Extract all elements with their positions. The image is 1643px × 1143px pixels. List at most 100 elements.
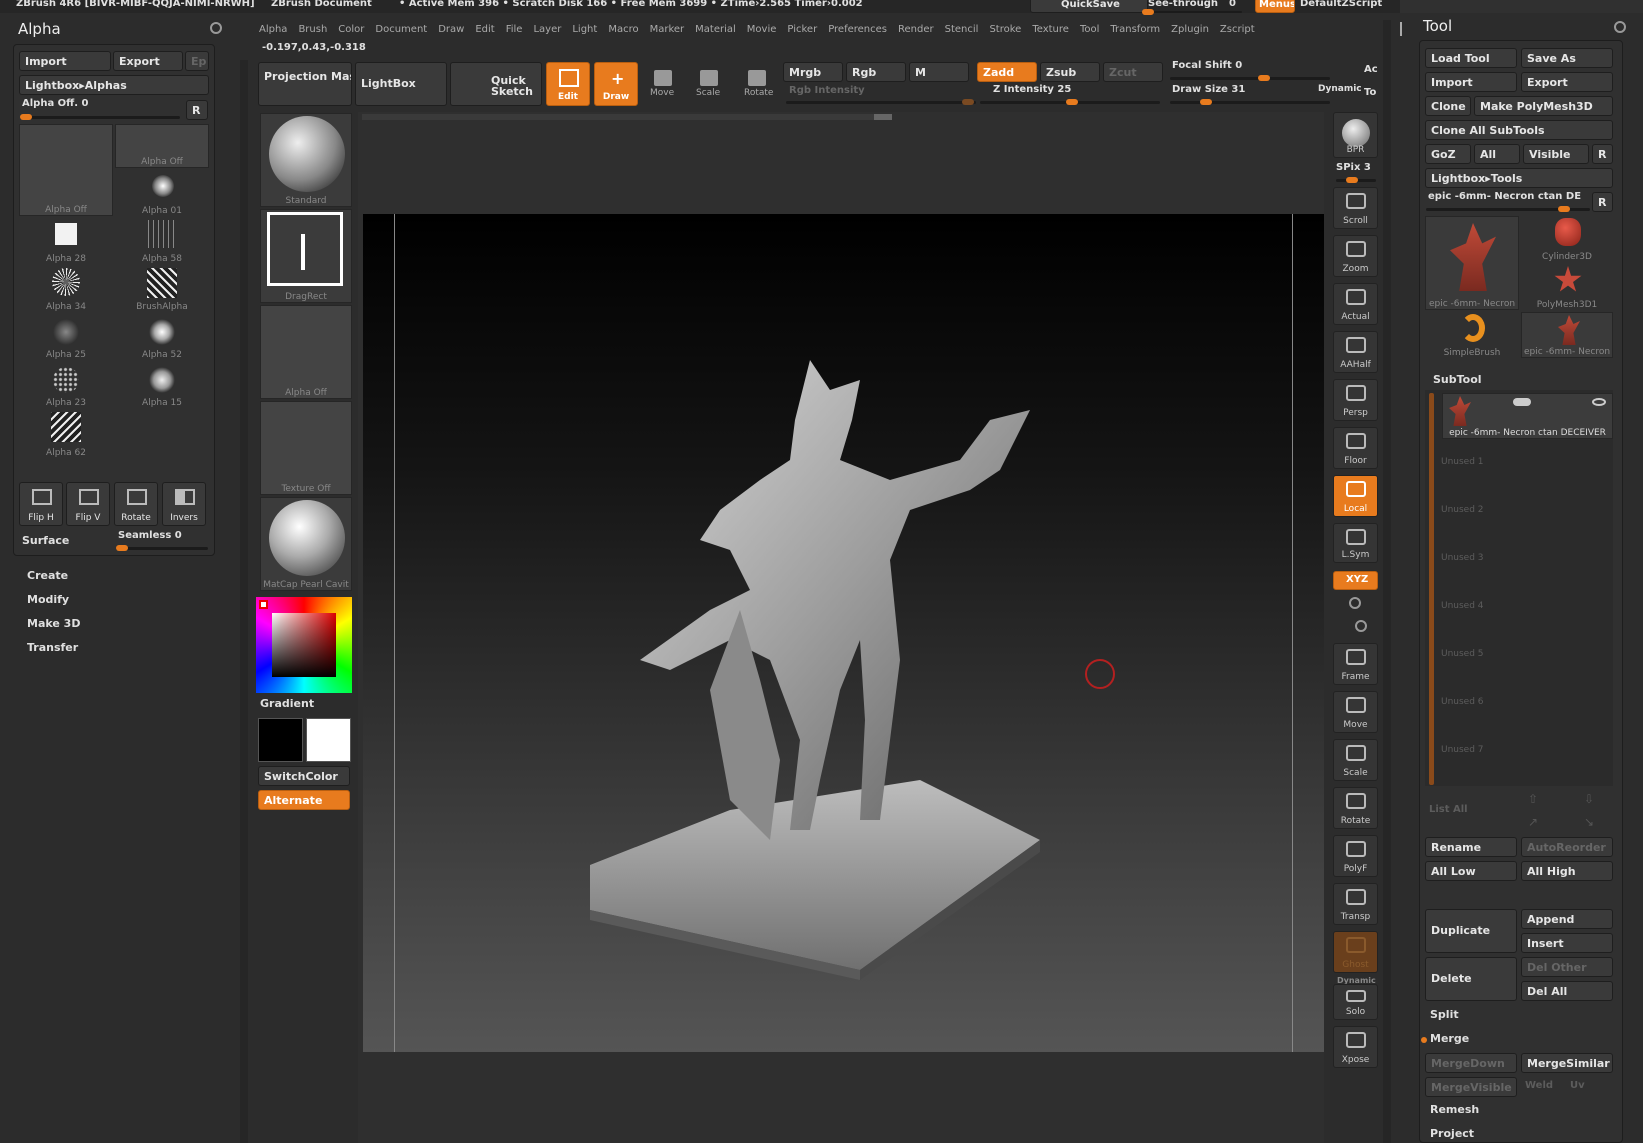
right-tray-divider[interactable] xyxy=(1383,20,1391,1143)
weld-toggle[interactable]: Weld xyxy=(1525,1080,1553,1091)
stroke-selector[interactable]: DragRect xyxy=(260,209,352,303)
alpha-tile-current[interactable]: Alpha Off xyxy=(19,124,113,216)
subtool-unused-slot[interactable]: Unused 6 xyxy=(1441,697,1484,707)
duplicate-button[interactable]: Duplicate xyxy=(1425,909,1517,953)
transp-button[interactable]: Transp xyxy=(1333,883,1378,925)
menu-zscript[interactable]: Zscript xyxy=(1220,24,1255,35)
alpha-tile-25[interactable]: Alpha 25 xyxy=(19,314,113,360)
zadd-button[interactable]: Zadd xyxy=(977,62,1037,82)
alpha-tile-52[interactable]: Alpha 52 xyxy=(115,314,209,360)
ghost-button[interactable]: Ghost xyxy=(1333,931,1378,973)
alpha-off-label[interactable]: Alpha Off. 0 xyxy=(22,98,89,109)
polyf-button[interactable]: PolyF xyxy=(1333,835,1378,877)
canvas-scroll-thumb[interactable] xyxy=(874,114,892,120)
split-subpalette[interactable]: Split xyxy=(1430,1008,1459,1021)
subtool-unused-slot[interactable]: Unused 7 xyxy=(1441,745,1484,755)
rotate-tool[interactable]: Rotate xyxy=(736,66,776,106)
zoom-button[interactable]: Zoom xyxy=(1333,235,1378,277)
rotate-y-icon[interactable] xyxy=(1349,597,1361,609)
mrgb-button[interactable]: Mrgb xyxy=(783,62,843,82)
move-up-arrow-icon[interactable]: ⇧ xyxy=(1528,792,1538,806)
del-all-button[interactable]: Del All xyxy=(1521,981,1613,1001)
brush-selector[interactable]: Standard xyxy=(260,113,352,207)
subtool-scrollbar[interactable] xyxy=(1429,393,1434,785)
alpha-ep-button[interactable]: Ep xyxy=(185,51,209,71)
edit-button[interactable]: Edit xyxy=(546,62,590,106)
menu-alpha[interactable]: Alpha xyxy=(259,24,287,35)
sculpt-model[interactable] xyxy=(560,360,1120,980)
tool-refresh-icon[interactable] xyxy=(1614,21,1626,33)
m-button[interactable]: M xyxy=(909,62,969,82)
canvas-scrollbar[interactable] xyxy=(362,114,892,120)
gradient-label[interactable]: Gradient xyxy=(260,697,314,710)
color-picker[interactable] xyxy=(256,597,352,693)
alpha-tile-28[interactable]: Alpha 28 xyxy=(19,218,113,264)
tool-thumb-cylinder[interactable]: Cylinder3D xyxy=(1521,216,1613,262)
surface-button[interactable]: Surface xyxy=(22,534,69,547)
mergedown-button[interactable]: MergeDown xyxy=(1425,1053,1517,1073)
move-next-arrow-icon[interactable]: ↘ xyxy=(1584,815,1594,829)
seamless-label[interactable]: Seamless 0 xyxy=(118,530,182,541)
alpha-tile-01[interactable]: Alpha 01 xyxy=(115,170,209,216)
alpha-tile-62[interactable]: Alpha 62 xyxy=(19,410,113,458)
tool-import-button[interactable]: Import xyxy=(1425,72,1517,92)
zsub-button[interactable]: Zsub xyxy=(1040,62,1100,82)
tool-thumb-simplebrush[interactable]: SimpleBrush xyxy=(1425,312,1519,358)
del-other-button[interactable]: Del Other xyxy=(1521,957,1613,977)
menu-light[interactable]: Light xyxy=(572,24,597,35)
menu-draw[interactable]: Draw xyxy=(438,24,464,35)
persp-button[interactable]: Persp xyxy=(1333,379,1378,421)
subtool-header[interactable]: SubTool xyxy=(1433,373,1482,386)
delete-button[interactable]: Delete xyxy=(1425,957,1517,1001)
aahalf-button[interactable]: AAHalf xyxy=(1333,331,1378,373)
invers-button[interactable]: Invers xyxy=(162,482,206,526)
scroll-button[interactable]: Scroll xyxy=(1333,187,1378,229)
menu-render[interactable]: Render xyxy=(898,24,934,35)
clone-all-subtools-button[interactable]: Clone All SubTools xyxy=(1425,120,1613,140)
append-button[interactable]: Append xyxy=(1521,909,1613,929)
alpha-tile-34[interactable]: Alpha 34 xyxy=(19,266,113,312)
left-tray-divider[interactable] xyxy=(240,60,248,1143)
menu-edit[interactable]: Edit xyxy=(475,24,494,35)
menu-macro[interactable]: Macro xyxy=(608,24,638,35)
menu-preferences[interactable]: Preferences xyxy=(828,24,887,35)
all-high-button[interactable]: All High xyxy=(1521,861,1613,881)
focal-shift-label[interactable]: Focal Shift 0 xyxy=(1172,60,1242,71)
subtool-polypaint-icon[interactable] xyxy=(1513,398,1531,406)
current-tool-name[interactable]: epic -6mm- Necron ctan DE xyxy=(1428,191,1588,202)
menu-marker[interactable]: Marker xyxy=(650,24,685,35)
see-through-label[interactable]: See-through xyxy=(1148,0,1218,9)
xyz-button[interactable]: XYZ xyxy=(1333,571,1378,590)
subtool-unused-slot[interactable]: Unused 1 xyxy=(1441,457,1484,467)
current-tool-slider[interactable] xyxy=(1426,206,1590,212)
focal-shift-slider[interactable] xyxy=(1170,75,1330,81)
floor-button[interactable]: Floor xyxy=(1333,427,1378,469)
save-as-button[interactable]: Save As xyxy=(1521,48,1613,68)
alpha-off-slider[interactable] xyxy=(20,114,180,120)
draw-size-label[interactable]: Draw Size 31 xyxy=(1172,84,1245,95)
seamless-slider[interactable] xyxy=(116,545,208,551)
tool-thumb-current[interactable]: epic -6mm- Necron xyxy=(1425,216,1519,310)
scale-tool[interactable]: Scale xyxy=(688,66,728,106)
texture-selector[interactable]: Texture Off xyxy=(260,401,352,495)
make-polymesh3d-button[interactable]: Make PolyMesh3D xyxy=(1474,96,1613,116)
move-tool[interactable]: Move xyxy=(642,66,682,106)
mergevisible-button[interactable]: MergeVisible xyxy=(1425,1077,1517,1097)
color-saturation-square[interactable] xyxy=(272,613,336,677)
alpha-tile-brushalpha[interactable]: BrushAlpha xyxy=(115,266,209,312)
rotate-z-icon[interactable] xyxy=(1355,620,1367,632)
merge-subpalette[interactable]: Merge xyxy=(1430,1032,1469,1045)
list-all-button[interactable]: List All xyxy=(1429,804,1468,815)
secondary-color-swatch[interactable] xyxy=(306,718,351,762)
menu-stroke[interactable]: Stroke xyxy=(989,24,1021,35)
lightbox-button[interactable]: LightBox xyxy=(355,62,447,106)
make3d-subpalette[interactable]: Make 3D xyxy=(27,617,80,630)
goz-r-button[interactable]: R xyxy=(1592,144,1613,164)
xpose-button[interactable]: Xpose xyxy=(1333,1026,1378,1068)
menu-layer[interactable]: Layer xyxy=(533,24,561,35)
subtool-unused-slot[interactable]: Unused 2 xyxy=(1441,505,1484,515)
tool-export-button[interactable]: Export xyxy=(1521,72,1613,92)
menu-transform[interactable]: Transform xyxy=(1110,24,1160,35)
clone-button[interactable]: Clone xyxy=(1425,96,1471,116)
menu-file[interactable]: File xyxy=(506,24,523,35)
